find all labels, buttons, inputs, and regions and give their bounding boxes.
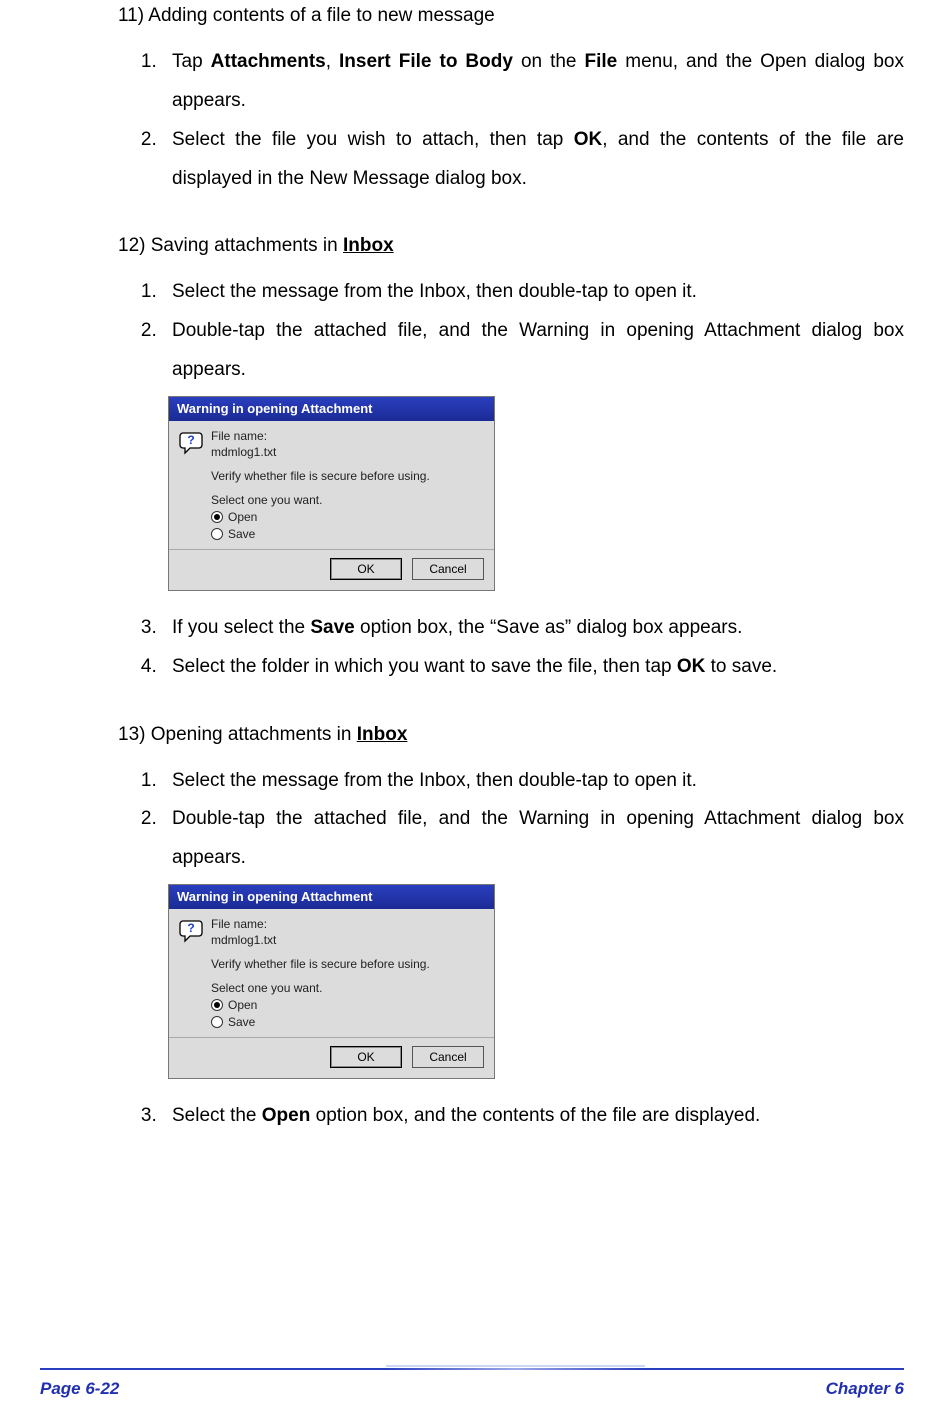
radio-save-label: Save [228,527,255,541]
dialog-select-text: Select one you want. [211,493,484,507]
svg-text:?: ? [187,433,194,447]
section-11-steps: Tap Attachments, Insert File to Body on … [162,43,904,199]
section-12-steps-a: Select the message from the Inbox, then … [162,273,904,390]
list-item: Select the folder in which you want to s… [162,648,904,687]
section-13-title: 13) Opening attachments in Inbox [118,723,904,748]
radio-save-label: Save [228,1015,255,1029]
radio-save[interactable] [211,528,223,540]
list-item: If you select the Save option box, the “… [162,609,904,648]
dialog-file-label: File name: [211,917,484,931]
radio-open[interactable] [211,999,223,1011]
svg-text:?: ? [187,921,194,935]
radio-save[interactable] [211,1016,223,1028]
footer-page: Page 6-22 [40,1379,119,1399]
ok-button[interactable]: OK [330,1046,402,1068]
list-item: Double-tap the attached file, and the Wa… [162,312,904,390]
cancel-button[interactable]: Cancel [412,558,484,580]
dialog-select-text: Select one you want. [211,981,484,995]
section-13-steps-b: Select the Open option box, and the cont… [162,1097,904,1136]
radio-open-label: Open [228,510,257,524]
question-icon: ? [179,431,205,455]
section-11-title: 11) Adding contents of a file to new mes… [118,4,904,29]
radio-open[interactable] [211,511,223,523]
dialog-file-value: mdmlog1.txt [211,933,484,947]
section-12-title: 12) Saving attachments in Inbox [118,234,904,259]
dialog-verify-text: Verify whether file is secure before usi… [211,469,484,483]
footer-chapter: Chapter 6 [826,1379,904,1399]
section-13-steps-a: Select the message from the Inbox, then … [162,762,904,879]
dialog-title: Warning in opening Attachment [169,885,494,909]
dialog-title: Warning in opening Attachment [169,397,494,421]
list-item: Select the message from the Inbox, then … [162,273,904,312]
section-12-steps-b: If you select the Save option box, the “… [162,609,904,687]
dialog-file-value: mdmlog1.txt [211,445,484,459]
warning-dialog-1: Warning in opening Attachment ? File nam… [168,396,495,591]
ok-button[interactable]: OK [330,558,402,580]
list-item: Tap Attachments, Insert File to Body on … [162,43,904,121]
warning-dialog-2: Warning in opening Attachment ? File nam… [168,884,495,1079]
page-footer: Page 6-22 Chapter 6 [40,1365,904,1399]
list-item: Select the message from the Inbox, then … [162,762,904,801]
dialog-verify-text: Verify whether file is secure before usi… [211,957,484,971]
question-icon: ? [179,919,205,943]
cancel-button[interactable]: Cancel [412,1046,484,1068]
dialog-file-label: File name: [211,429,484,443]
list-item: Double-tap the attached file, and the Wa… [162,800,904,878]
list-item: Select the Open option box, and the cont… [162,1097,904,1136]
list-item: Select the file you wish to attach, then… [162,121,904,199]
radio-open-label: Open [228,998,257,1012]
